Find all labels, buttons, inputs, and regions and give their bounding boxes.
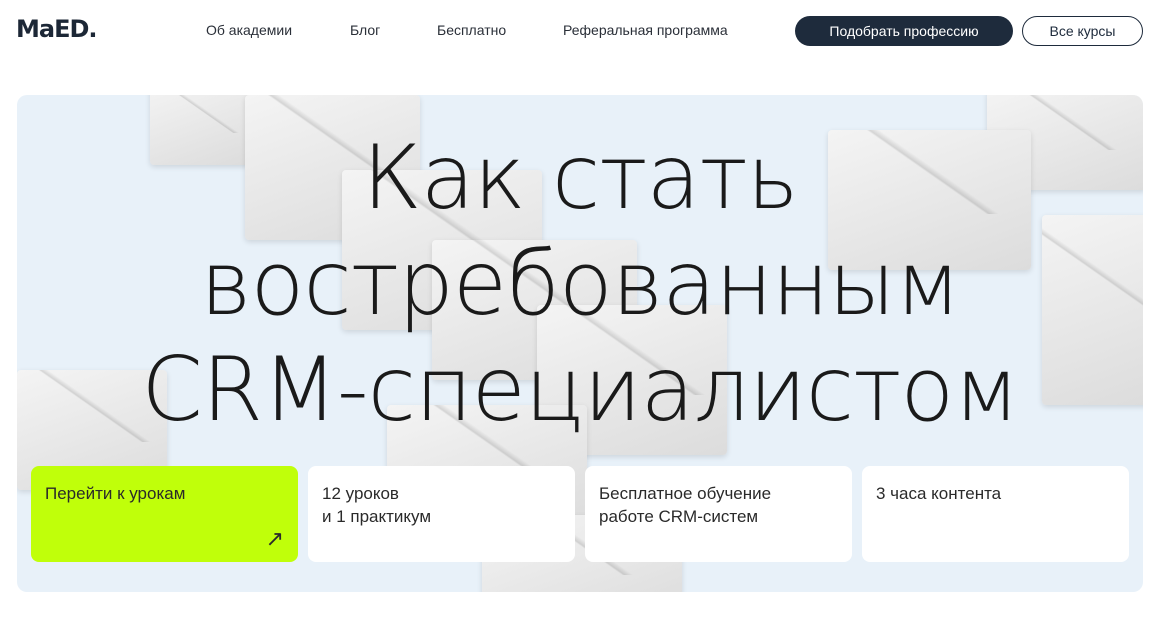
go-to-lessons-card[interactable]: Перейти к урокам ↗ (31, 466, 298, 562)
content-hours-card: 3 часа контента (862, 466, 1129, 562)
hero-banner: Как стать востребованным CRM-специалисто… (17, 95, 1143, 592)
title-line: CRM-специалистом (141, 338, 1019, 441)
info-cards: Перейти к урокам ↗ 12 уроков и 1 практик… (31, 466, 1129, 562)
card-label: Перейти к урокам (45, 484, 186, 503)
card-line: 12 уроков (322, 484, 399, 503)
lessons-count-card: 12 уроков и 1 практикум (308, 466, 575, 562)
nav-about[interactable]: Об академии (206, 22, 292, 38)
nav-blog[interactable]: Блог (350, 22, 380, 38)
card-line: Бесплатное обучение (599, 484, 772, 503)
nav-free[interactable]: Бесплатно (437, 22, 506, 38)
header: MaED. Об академии Блог Бесплатно Реферал… (0, 0, 1176, 62)
logo[interactable]: MaED. (16, 15, 98, 43)
free-training-card: Бесплатное обучение работе CRM-систем (585, 466, 852, 562)
title-line: Как стать (362, 126, 798, 229)
page-title: Как стать востребованным CRM-специалисто… (17, 125, 1143, 443)
arrow-up-right-icon: ↗ (265, 526, 284, 551)
choose-profession-button[interactable]: Подобрать профессию (795, 16, 1013, 46)
nav-referral[interactable]: Реферальная программа (563, 22, 728, 38)
card-line: работе CRM-систем (599, 507, 759, 526)
card-label: 3 часа контента (876, 484, 1002, 503)
all-courses-button[interactable]: Все курсы (1022, 16, 1143, 46)
card-line: и 1 практикум (322, 507, 432, 526)
title-line: востребованным (199, 232, 961, 335)
